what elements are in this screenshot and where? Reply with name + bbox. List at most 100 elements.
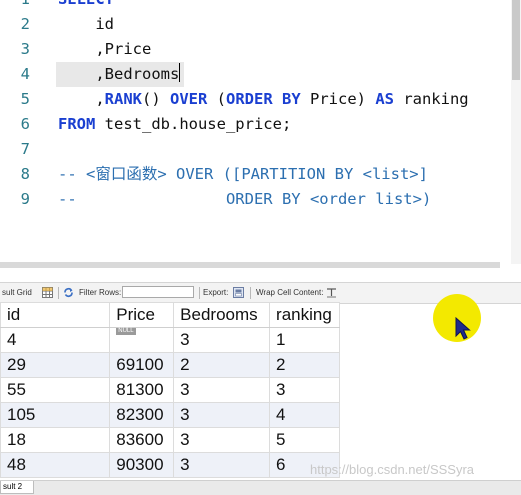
cell-id[interactable]: 4	[0, 327, 111, 353]
editor-line[interactable]: 7	[0, 137, 521, 162]
null-badge: NULL	[116, 328, 136, 335]
cell-ranking[interactable]: 2	[269, 352, 340, 378]
cell-ranking[interactable]: 4	[269, 402, 340, 428]
toolbar-divider	[199, 287, 200, 299]
editor-line[interactable]: 3 ,Price	[0, 37, 521, 62]
code-text: -- ORDER BY <order list>)	[58, 187, 431, 212]
cell-bedrooms[interactable]: 3	[173, 427, 271, 453]
code-token: id	[58, 15, 114, 33]
editor-line[interactable]: 4 ,Bedrooms	[0, 62, 521, 87]
line-number: 8	[20, 165, 30, 183]
text-caret	[179, 63, 181, 82]
cell-price[interactable]: NULL	[109, 327, 175, 353]
table-row[interactable]: 48 90300 3 6	[0, 452, 340, 478]
cell-price[interactable]: 83600	[109, 427, 175, 453]
editor-vertical-scrollbar[interactable]	[511, 0, 521, 264]
watermark: https://blog.csdn.net/SSSyra	[310, 462, 475, 477]
cell-bedrooms[interactable]: 3	[173, 377, 271, 403]
cell-id[interactable]: 29	[0, 352, 111, 378]
editor-line[interactable]: 9 -- ORDER BY <order list>)	[0, 187, 521, 212]
mouse-pointer-icon	[455, 317, 471, 340]
cell-id[interactable]: 55	[0, 377, 111, 403]
table-row[interactable]: 18 83600 3 5	[0, 427, 340, 453]
line-number: 6	[20, 115, 30, 133]
sql-keyword: ORDER BY	[226, 90, 301, 108]
sql-comment: -- <窗口函数> OVER ([PARTITION BY <list>]	[58, 165, 428, 183]
cell-price[interactable]: 82300	[109, 402, 175, 428]
code-text: -- <窗口函数> OVER ([PARTITION BY <list>]	[58, 162, 428, 187]
editor-horizontal-scrollbar[interactable]	[0, 262, 500, 268]
cell-ranking[interactable]: 5	[269, 427, 340, 453]
line-number: 1	[0, 0, 30, 12]
sql-keyword: RANK	[104, 90, 142, 108]
editor-line[interactable]: 2 id	[0, 12, 521, 37]
cell-ranking[interactable]: 1	[269, 327, 340, 353]
refresh-icon[interactable]	[63, 287, 74, 298]
cell-bedrooms[interactable]: 3	[173, 402, 271, 428]
sql-keyword: OVER	[170, 90, 208, 108]
header-row: id Price Bedrooms ranking	[0, 302, 340, 328]
cell-id[interactable]: 18	[0, 427, 111, 453]
export-icon[interactable]	[233, 287, 244, 298]
result-tab[interactable]: sult 2	[0, 481, 34, 494]
line-number: 4	[20, 65, 30, 83]
code-token: ,	[58, 90, 105, 108]
editor-line[interactable]: 6 FROM test_db.house_price;	[0, 112, 521, 137]
editor-scroll-thumb[interactable]	[512, 0, 520, 80]
filter-rows-label: Filter Rows:	[79, 288, 122, 297]
table-row[interactable]: 55 81300 3 3	[0, 377, 340, 403]
line-number: 5	[20, 90, 30, 108]
code-token: (	[207, 90, 226, 108]
cell-id[interactable]: 105	[0, 402, 111, 428]
cell-bedrooms[interactable]: 3	[173, 452, 271, 478]
cell-id[interactable]: 48	[0, 452, 111, 478]
editor-line[interactable]: 5 ,RANK() OVER (ORDER BY Price) AS ranki…	[0, 87, 521, 112]
table-row[interactable]: 4 NULL 3 1	[0, 327, 340, 353]
code-token: ()	[142, 90, 170, 108]
line-number: 3	[20, 40, 30, 58]
wrap-text-icon[interactable]	[326, 287, 337, 298]
code-text: id	[58, 12, 114, 37]
grid-icon[interactable]	[42, 287, 53, 298]
column-header-bedrooms[interactable]: Bedrooms	[173, 302, 271, 328]
code-text: ,Price	[58, 37, 151, 62]
cell-bedrooms[interactable]: 2	[173, 352, 271, 378]
column-header-id[interactable]: id	[0, 302, 111, 328]
export-label: Export:	[203, 288, 229, 297]
editor-line[interactable]: 1 SELECT	[0, 0, 521, 12]
cell-price[interactable]: 90300	[109, 452, 175, 478]
toolbar-divider	[58, 287, 59, 299]
code-text: ,RANK() OVER (ORDER BY Price) AS ranking	[58, 87, 469, 112]
sql-comment: -- ORDER BY <order list>)	[58, 190, 432, 208]
column-header-price[interactable]: Price	[109, 302, 175, 328]
line-number: 2	[20, 15, 30, 33]
cell-price[interactable]: 81300	[109, 377, 175, 403]
code-text: FROM test_db.house_price;	[58, 112, 291, 137]
code-token: test_db.house_price;	[95, 115, 292, 133]
result-tabs-bar: sult 2	[0, 480, 521, 495]
cell-bedrooms[interactable]: 3	[173, 327, 271, 353]
line-number: 9	[20, 190, 30, 208]
line-number: 7	[20, 140, 30, 158]
toolbar-divider	[250, 287, 251, 299]
column-header-ranking[interactable]: ranking	[269, 302, 340, 328]
code-token: Price)	[300, 90, 376, 108]
result-grid-table: id Price Bedrooms ranking 4 NULL 3 1 29 …	[0, 302, 340, 478]
sql-keyword: FROM	[58, 115, 96, 133]
cell-price[interactable]: 69100	[109, 352, 175, 378]
result-grid-label[interactable]: sult Grid	[2, 288, 32, 297]
sql-keyword: AS	[375, 90, 394, 108]
sql-keyword: SELECT	[58, 0, 114, 8]
filter-rows-input[interactable]	[122, 286, 194, 298]
editor-line[interactable]: 8 -- <窗口函数> OVER ([PARTITION BY <list>]	[0, 162, 521, 187]
code-token: ,Bedrooms	[58, 65, 180, 83]
code-token: ,Price	[58, 40, 152, 58]
table-row[interactable]: 29 69100 2 2	[0, 352, 340, 378]
cell-ranking[interactable]: 3	[269, 377, 340, 403]
code-text: SELECT	[58, 0, 114, 12]
wrap-cell-content-label: Wrap Cell Content:	[256, 288, 324, 297]
sql-editor[interactable]: 1SELECT2 id3 ,Price4 ,Bedrooms5 ,RANK() …	[0, 0, 521, 264]
table-row[interactable]: 105 82300 3 4	[0, 402, 340, 428]
code-token: ranking	[393, 90, 469, 108]
code-text: ,Bedrooms	[58, 62, 181, 87]
